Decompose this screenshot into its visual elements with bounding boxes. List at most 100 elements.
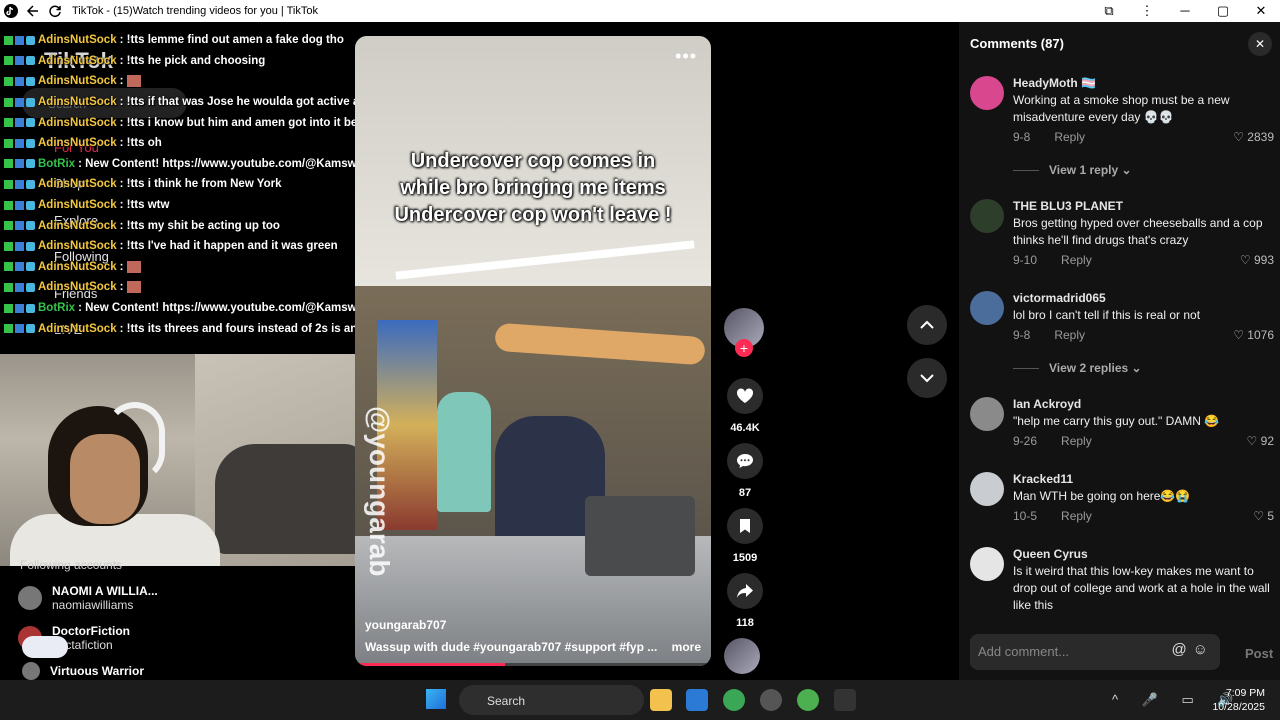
post-button[interactable]: Post (1245, 646, 1273, 661)
view-replies-button[interactable]: View 1 reply ⌄ (1013, 163, 1132, 177)
mention-icon[interactable]: @ (1171, 641, 1192, 658)
reply-button[interactable]: Reply (1061, 509, 1092, 523)
reply-button[interactable]: Reply (1061, 253, 1092, 267)
video-watermark: @youngarab (364, 406, 395, 577)
chat-username: BotRix (38, 157, 76, 170)
reply-button[interactable]: Reply (1054, 130, 1085, 144)
minimize-button[interactable]: ─ (1166, 3, 1204, 19)
comment-user[interactable]: HeadyMoth 🏳️‍⚧️ (1013, 76, 1274, 90)
comment-input[interactable]: Add comment... @☺ (970, 634, 1220, 670)
chat-text: : New Content! https://www.youtube.com/@… (78, 157, 355, 170)
video-more-icon[interactable]: ••• (675, 46, 697, 67)
chat-badges-icon (4, 76, 35, 86)
chat-message: AdinsNutSock: !tts I've had it happen an… (0, 236, 355, 257)
reply-button[interactable]: Reply (1054, 328, 1085, 342)
maximize-button[interactable]: ▢ (1204, 3, 1242, 19)
comment-user[interactable]: Kracked11 (1013, 472, 1274, 486)
chat-text: : !tts if that was Jose he woulda got ac… (119, 96, 355, 109)
emoji-icon[interactable]: ☺ (1193, 641, 1214, 658)
comment-user[interactable]: Queen Cyrus (1013, 547, 1274, 561)
store-icon[interactable] (686, 689, 708, 711)
chrome-profile-icon[interactable] (797, 689, 819, 711)
next-video-button[interactable] (907, 358, 947, 398)
comment-item: Queen Cyrus Is it weird that this low-ke… (970, 547, 1274, 614)
follow-plus-icon[interactable]: + (735, 339, 753, 357)
overlay-toggle-button[interactable] (22, 636, 68, 658)
close-button[interactable]: ✕ (1242, 3, 1280, 19)
chat-username: AdinsNutSock (38, 199, 117, 212)
comment-user[interactable]: THE BLU3 PLANET (1013, 199, 1274, 213)
previous-video-button[interactable] (907, 305, 947, 345)
chat-badges-icon (4, 262, 35, 272)
avatar (22, 662, 40, 680)
video-player[interactable]: Undercover cop comes in while bro bringi… (355, 36, 711, 666)
sound-disc-icon[interactable] (724, 638, 760, 674)
comment-like[interactable]: ♡ 993 (1240, 253, 1274, 267)
chrome-icon[interactable] (723, 689, 745, 711)
chat-text: : !tts oh (119, 137, 162, 150)
like-icon[interactable] (727, 378, 763, 414)
comment-text: "help me carry this guy out." DAMN 😂 (1013, 414, 1220, 428)
bookmark-icon[interactable] (727, 508, 763, 544)
avatar[interactable] (970, 199, 1004, 233)
avatar[interactable] (970, 547, 1004, 581)
chat-badges-icon (4, 179, 35, 189)
browser-titlebar: TikTok - (15)Watch trending videos for y… (0, 0, 1280, 22)
stream-overlay-panel: TikTok Search For You Shop Explore Follo… (0, 22, 355, 680)
chat-username: AdinsNutSock (38, 260, 117, 273)
clock-date: 10/28/2025 (1212, 701, 1265, 713)
chat-text: : !tts lemme find out amen a fake dog th… (119, 34, 344, 47)
video-caption-overlay: Undercover cop comes in while bro bringi… (355, 148, 711, 229)
comment-like[interactable]: ♡ 5 (1253, 509, 1274, 523)
video-progress-bar[interactable] (355, 663, 711, 666)
chat-username: AdinsNutSock (38, 116, 117, 129)
reply-button[interactable]: Reply (1061, 434, 1092, 448)
account-name: NAOMI A WILLIA... (52, 584, 158, 598)
tiktok-taskbar-icon[interactable] (834, 689, 856, 711)
clock-time: 7:09 PM (1225, 687, 1265, 699)
creator-avatar[interactable]: + (724, 308, 764, 357)
emote-icon (127, 75, 142, 88)
avatar[interactable] (970, 76, 1004, 110)
avatar[interactable] (970, 291, 1004, 325)
chat-badges-icon (4, 138, 35, 148)
comment-like[interactable]: ♡ 1076 (1233, 328, 1274, 342)
start-icon[interactable] (426, 689, 446, 709)
taskbar-search[interactable]: Search (459, 685, 644, 715)
comment-icon[interactable] (727, 443, 763, 479)
avatar[interactable] (970, 472, 1004, 506)
comment-like[interactable]: ♡ 2839 (1233, 130, 1274, 144)
file-explorer-icon[interactable] (650, 689, 672, 711)
chat-username: AdinsNutSock (38, 219, 117, 232)
more-link[interactable]: more (672, 640, 701, 654)
like-count: 2839 (1247, 130, 1274, 144)
comment-item: THE BLU3 PLANET Bros getting hyped over … (970, 199, 1274, 267)
comment-user[interactable]: Ian Ackroyd (1013, 397, 1274, 411)
following-account[interactable]: Virtuous Warrior (18, 662, 144, 680)
following-account[interactable]: NAOMI A WILLIA... naomiawilliams (18, 584, 158, 612)
clock[interactable]: 7:09 PM 10/28/2025 (1210, 686, 1265, 714)
comment-item: Kracked11 Man WTH be going on here😂😭 10-… (970, 472, 1274, 523)
chat-message: AdinsNutSock: !tts i think he from New Y… (0, 174, 355, 195)
comment-count: 87 (738, 487, 752, 499)
video-author[interactable]: youngarab707 (365, 618, 446, 632)
share-icon[interactable] (727, 573, 763, 609)
comment-text: Man WTH be going on here😂😭 (1013, 489, 1191, 503)
comment-user[interactable]: victormadrid065 (1013, 291, 1274, 305)
chat-badges-icon (4, 159, 35, 169)
chat-badges-icon (4, 241, 35, 251)
view-replies-button[interactable]: View 2 replies ⌄ (1013, 361, 1142, 375)
close-comments-icon[interactable]: ✕ (1248, 32, 1272, 56)
chat-text: : !tts i think he from New York (119, 178, 282, 191)
progress-fill (355, 663, 505, 666)
extensions-icon[interactable]: ⧉ (1090, 3, 1128, 19)
avatar[interactable] (970, 397, 1004, 431)
chat-badges-icon (4, 200, 35, 210)
reload-icon[interactable] (44, 0, 66, 22)
more-menu-icon[interactable]: ⋮ (1128, 3, 1166, 19)
obs-icon[interactable] (760, 689, 782, 711)
back-icon[interactable] (22, 0, 44, 22)
chat-username: AdinsNutSock (38, 137, 117, 150)
like-count: 46.4K (730, 422, 760, 434)
comment-like[interactable]: ♡ 92 (1247, 434, 1274, 448)
